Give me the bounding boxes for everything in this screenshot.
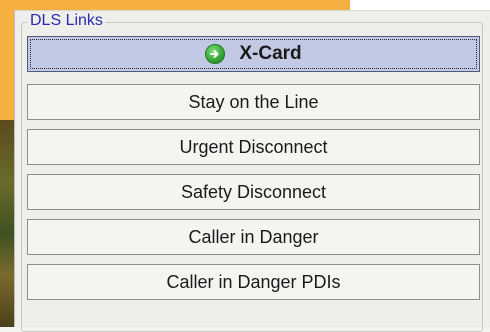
caller-in-danger-label: Caller in Danger <box>188 226 319 247</box>
urgent-disconnect-button[interactable]: Urgent Disconnect <box>27 129 480 165</box>
caller-in-danger-pdis-button[interactable]: Caller in Danger PDIs <box>27 264 480 300</box>
stay-on-the-line-label: Stay on the Line <box>188 91 319 112</box>
urgent-disconnect-label: Urgent Disconnect <box>179 136 328 157</box>
x-card-label: X-Card <box>239 43 302 64</box>
dls-links-legend: DLS Links <box>27 11 106 31</box>
caller-in-danger-pdis-label: Caller in Danger PDIs <box>166 271 341 292</box>
caller-in-danger-button[interactable]: Caller in Danger <box>27 219 480 255</box>
arrow-right-circle-icon <box>205 44 226 64</box>
dls-links-panel: DLS Links X-Card Stay on the Line Urgent… <box>14 10 490 332</box>
safety-disconnect-button[interactable]: Safety Disconnect <box>27 174 480 210</box>
safety-disconnect-label: Safety Disconnect <box>180 181 327 202</box>
stay-on-the-line-button[interactable]: Stay on the Line <box>27 84 480 120</box>
x-card-button[interactable]: X-Card <box>27 36 480 72</box>
